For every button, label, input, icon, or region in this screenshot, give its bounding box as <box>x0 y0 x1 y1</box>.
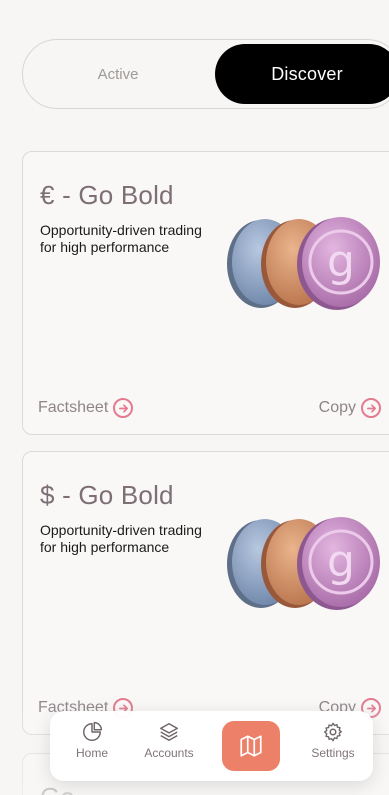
bottom-nav: Home Accounts Settings <box>50 711 373 781</box>
coins-illustration-icon: g <box>227 217 380 310</box>
nav-home-label: Home <box>75 746 108 760</box>
discover-screen: Active Discover € - Go Bold Opportunity-… <box>0 0 389 795</box>
pie-chart-icon <box>83 721 103 741</box>
card-title: € - Go Bold <box>40 180 174 210</box>
nav-settings[interactable]: Settings <box>298 721 368 760</box>
nav-settings-label: Settings <box>311 746 355 760</box>
strategy-card[interactable]: € - Go Bold Opportunity-driven trading f… <box>22 151 389 435</box>
map-icon <box>240 735 262 757</box>
layers-icon <box>160 723 178 741</box>
copy-link[interactable]: Copy <box>319 398 381 418</box>
factsheet-link[interactable]: Factsheet <box>38 398 134 418</box>
strategy-card[interactable]: $ - Go Bold Opportunity-driven trading f… <box>22 451 389 735</box>
factsheet-label: Factsheet <box>38 399 109 416</box>
card-title: Go <box>40 782 75 795</box>
copy-label: Copy <box>318 399 356 416</box>
svg-text:g: g <box>327 536 355 587</box>
arrow-right-icon <box>113 398 134 418</box>
svg-text:g: g <box>327 236 355 287</box>
card-description: Opportunity-driven trading for high perf… <box>40 522 202 555</box>
nav-accounts[interactable]: Accounts <box>134 721 204 760</box>
gear-icon <box>323 722 343 742</box>
tab-active[interactable]: Active <box>23 44 213 104</box>
nav-home[interactable]: Home <box>57 721 127 760</box>
tab-discover[interactable]: Discover <box>215 44 389 104</box>
nav-accounts-label: Accounts <box>144 746 194 760</box>
segmented-control: Active Discover <box>22 39 389 109</box>
arrow-right-icon <box>361 398 381 418</box>
card-description: Opportunity-driven trading for high perf… <box>40 222 202 255</box>
nav-map-button[interactable] <box>222 721 280 771</box>
coins-illustration-icon: g <box>227 517 380 610</box>
card-title: $ - Go Bold <box>40 480 174 510</box>
